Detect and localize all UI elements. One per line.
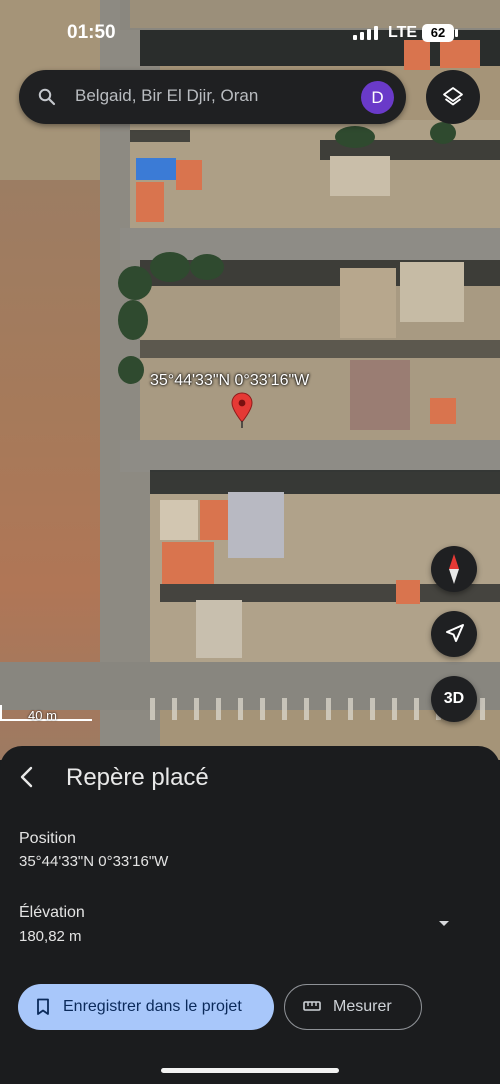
scale-label: 40 m bbox=[28, 708, 57, 723]
map-roof-red bbox=[430, 398, 456, 424]
map-roof bbox=[400, 262, 464, 322]
location-pin-icon[interactable] bbox=[231, 392, 253, 428]
placemark-sheet: Repère placé Position 35°44'33"N 0°33'16… bbox=[0, 746, 500, 1084]
map-roof-red bbox=[176, 160, 202, 190]
navigation-arrow-icon bbox=[446, 624, 464, 642]
elevation-value: 180,82 m bbox=[19, 928, 82, 945]
map-roof bbox=[350, 360, 410, 430]
map-tree bbox=[190, 254, 224, 280]
clock: 01:50 bbox=[67, 22, 116, 43]
map-tree bbox=[335, 126, 375, 148]
map-roof-red bbox=[136, 182, 164, 222]
map-tree bbox=[430, 122, 456, 144]
map-tree bbox=[118, 266, 152, 300]
ruler-icon bbox=[303, 1001, 321, 1011]
map-shadow bbox=[130, 130, 190, 142]
home-indicator[interactable] bbox=[161, 1068, 339, 1073]
map-roof bbox=[160, 500, 198, 540]
map-roof-red bbox=[200, 500, 228, 540]
expand-dropdown-icon[interactable] bbox=[434, 916, 454, 930]
search-icon bbox=[38, 88, 56, 106]
map-roof bbox=[196, 600, 242, 658]
map-roof bbox=[340, 268, 396, 338]
account-avatar[interactable]: D bbox=[361, 81, 394, 114]
compass-button[interactable] bbox=[431, 546, 477, 592]
3d-toggle-button[interactable]: 3D bbox=[431, 676, 477, 722]
save-button-label: Enregistrer dans le projet bbox=[63, 998, 242, 1015]
map-roof-red bbox=[162, 542, 214, 584]
map-tree bbox=[150, 252, 190, 282]
map-tree bbox=[118, 300, 148, 340]
sheet-title: Repère placé bbox=[66, 764, 209, 791]
battery-tip bbox=[455, 29, 458, 37]
pin-coordinate-label: 35°44'33"N 0°33'16"W bbox=[150, 372, 310, 389]
network-type: LTE bbox=[388, 24, 418, 41]
measure-button[interactable]: Mesurer bbox=[284, 984, 422, 1030]
position-value: 35°44'33"N 0°33'16"W bbox=[19, 853, 169, 870]
bookmark-icon bbox=[37, 998, 49, 1015]
map-tree bbox=[118, 356, 144, 384]
layers-button[interactable] bbox=[426, 70, 480, 124]
layers-icon bbox=[443, 87, 463, 106]
status-bar: 01:50 LTE 62 bbox=[0, 0, 500, 64]
map-shadow bbox=[140, 340, 500, 358]
search-input[interactable]: Belgaid, Bir El Djir, Oran bbox=[75, 86, 258, 106]
compass-icon bbox=[449, 554, 459, 584]
map-roof-red bbox=[396, 580, 420, 604]
save-to-project-button[interactable]: Enregistrer dans le projet bbox=[18, 984, 274, 1030]
map-road bbox=[120, 440, 500, 472]
elevation-label: Élévation bbox=[19, 904, 85, 921]
map-roof-blue bbox=[136, 158, 176, 180]
map-roof bbox=[228, 492, 284, 558]
measure-button-label: Mesurer bbox=[333, 998, 392, 1015]
position-label: Position bbox=[19, 830, 76, 847]
back-arrow-icon[interactable] bbox=[14, 764, 40, 790]
battery-icon: 62 bbox=[422, 24, 454, 42]
search-bar[interactable]: Belgaid, Bir El Djir, Oran D bbox=[19, 70, 406, 124]
my-location-button[interactable] bbox=[431, 611, 477, 657]
map-roof bbox=[330, 156, 390, 196]
map-shadow bbox=[150, 470, 500, 494]
signal-icon bbox=[353, 26, 379, 40]
